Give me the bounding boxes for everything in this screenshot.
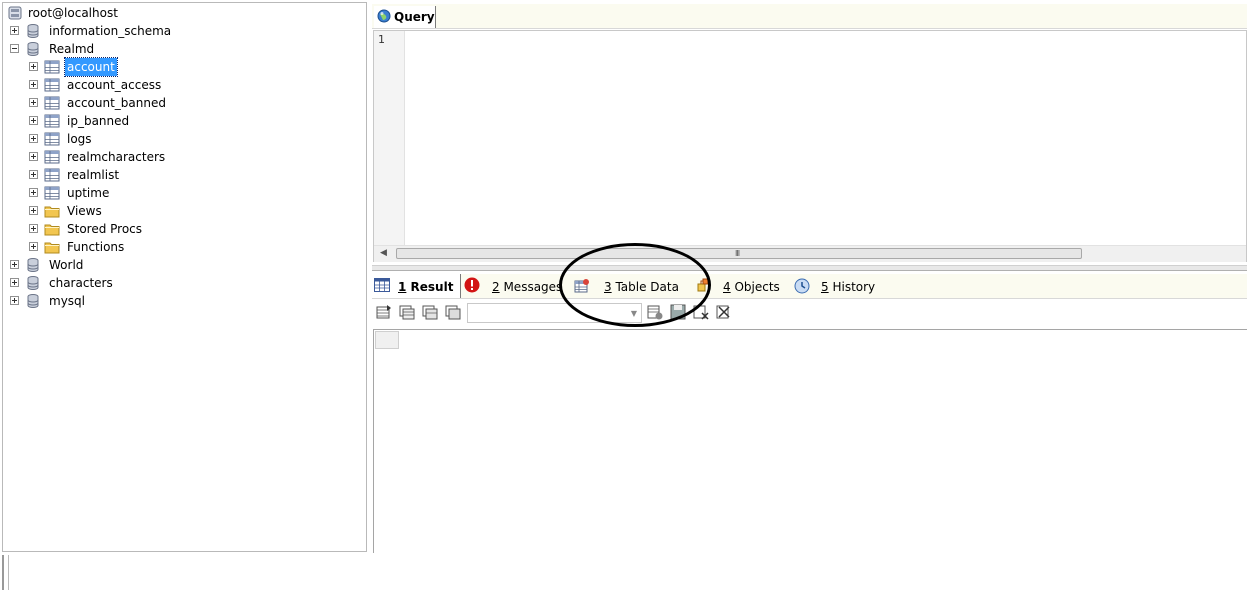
objects-icon [697, 278, 709, 292]
expand-icon[interactable] [10, 26, 19, 35]
tree-db-label: Realmd [49, 42, 95, 56]
line-number: 1 [378, 33, 385, 46]
scrollbar-thumb[interactable]: III [396, 248, 1082, 259]
expand-icon[interactable] [10, 296, 19, 305]
tab-table-data-label: 3 Table Data [604, 280, 679, 294]
folder-icon [44, 242, 60, 254]
scrollbar-grip: III [735, 249, 740, 258]
tree-db-label: World [49, 258, 84, 272]
expand-icon[interactable] [10, 278, 19, 287]
copy-all-rows-icon[interactable] [399, 304, 415, 320]
table-icon [44, 96, 60, 110]
error-icon [464, 277, 480, 293]
database-icon [27, 42, 39, 57]
tree-folder-label: Stored Procs [67, 222, 143, 236]
database-icon [27, 276, 39, 291]
tree-folder-label: Views [67, 204, 102, 218]
tab-history-label: 5 History [821, 280, 876, 294]
table-icon [44, 78, 60, 92]
add-row-icon[interactable] [647, 304, 663, 320]
expand-icon[interactable] [29, 80, 38, 89]
tree-table-label: logs [67, 132, 92, 146]
result-toolbar: ▼ [372, 300, 1247, 328]
tree-table-label: account [64, 57, 118, 77]
table-icon [44, 168, 60, 182]
line-number-gutter: 1 [374, 31, 405, 245]
tree-table-label: account_access [67, 78, 162, 92]
query-editor[interactable]: 1 ◀ III [373, 30, 1247, 262]
save-row-icon[interactable] [670, 304, 686, 320]
grid-corner-cell[interactable] [375, 331, 399, 349]
folder-icon [44, 224, 60, 236]
tree-db-label: mysql [49, 294, 85, 308]
tab-result-label: 1 Result [398, 280, 454, 294]
table-icon [44, 114, 60, 128]
server-icon [8, 6, 22, 20]
expand-icon[interactable] [29, 116, 38, 125]
expand-icon[interactable] [29, 152, 38, 161]
tab-result[interactable]: 1 Result [372, 274, 461, 298]
expand-icon[interactable] [29, 170, 38, 179]
view-mode-icon[interactable] [445, 304, 461, 320]
tree-db-label: characters [49, 276, 113, 290]
table-icon [44, 60, 60, 74]
collapse-icon[interactable] [10, 44, 19, 53]
database-icon [27, 24, 39, 39]
export-icon[interactable] [376, 304, 392, 320]
delete-row-icon[interactable] [693, 304, 709, 320]
database-icon [27, 294, 39, 309]
query-globe-icon [377, 9, 391, 23]
tree-table-label: uptime [67, 186, 110, 200]
expand-icon[interactable] [29, 62, 38, 71]
object-browser-tree[interactable]: root@localhost information_schema Realmd… [2, 2, 367, 552]
query-tabbar: Query [372, 4, 1247, 29]
cancel-changes-icon[interactable] [716, 304, 732, 320]
copy-selected-icon[interactable] [422, 304, 438, 320]
tree-table-label: realmcharacters [67, 150, 166, 164]
result-grid[interactable] [373, 329, 1247, 553]
tab-table-data[interactable]: 3 Table Data [572, 274, 690, 298]
dropdown-arrow-icon[interactable]: ▼ [631, 309, 637, 318]
expand-icon[interactable] [29, 188, 38, 197]
table-icon [44, 186, 60, 200]
expand-icon[interactable] [29, 242, 38, 251]
tab-query-label: Query [394, 10, 435, 24]
folder-icon [44, 206, 60, 218]
editor-horizontal-scrollbar[interactable]: ◀ III [374, 245, 1246, 262]
pane-splitter[interactable] [372, 265, 1247, 271]
tab-messages[interactable]: 2 Messages [462, 274, 562, 298]
result-combo-box[interactable]: ▼ [467, 303, 642, 323]
expand-icon[interactable] [29, 134, 38, 143]
expand-icon[interactable] [10, 260, 19, 269]
tree-table-label: ip_banned [67, 114, 130, 128]
table-icon [44, 132, 60, 146]
expand-icon[interactable] [29, 98, 38, 107]
database-icon [27, 258, 39, 273]
tree-folder-label: Functions [67, 240, 125, 254]
bottom-splitter[interactable] [2, 555, 9, 590]
scroll-left-arrow-icon[interactable]: ◀ [380, 248, 387, 258]
tab-messages-label: 2 Messages [492, 280, 563, 294]
tab-history[interactable]: 5 History [792, 274, 880, 298]
result-tabbar: 1 Result 2 Messages 3 Table Data 4 Objec… [372, 274, 1247, 299]
tree-table-label: realmlist [67, 168, 120, 182]
expand-icon[interactable] [29, 224, 38, 233]
grid-icon [374, 278, 390, 292]
table-icon [44, 150, 60, 164]
tree-table-label: account_banned [67, 96, 166, 110]
table-data-icon [574, 279, 589, 293]
tree-db-label: information_schema [49, 24, 172, 38]
history-icon [794, 278, 810, 294]
tree-root-label: root@localhost [28, 6, 118, 20]
expand-icon[interactable] [29, 206, 38, 215]
tab-objects[interactable]: 4 Objects [694, 274, 788, 298]
tab-query[interactable]: Query [374, 6, 436, 28]
tab-objects-label: 4 Objects [723, 280, 780, 294]
